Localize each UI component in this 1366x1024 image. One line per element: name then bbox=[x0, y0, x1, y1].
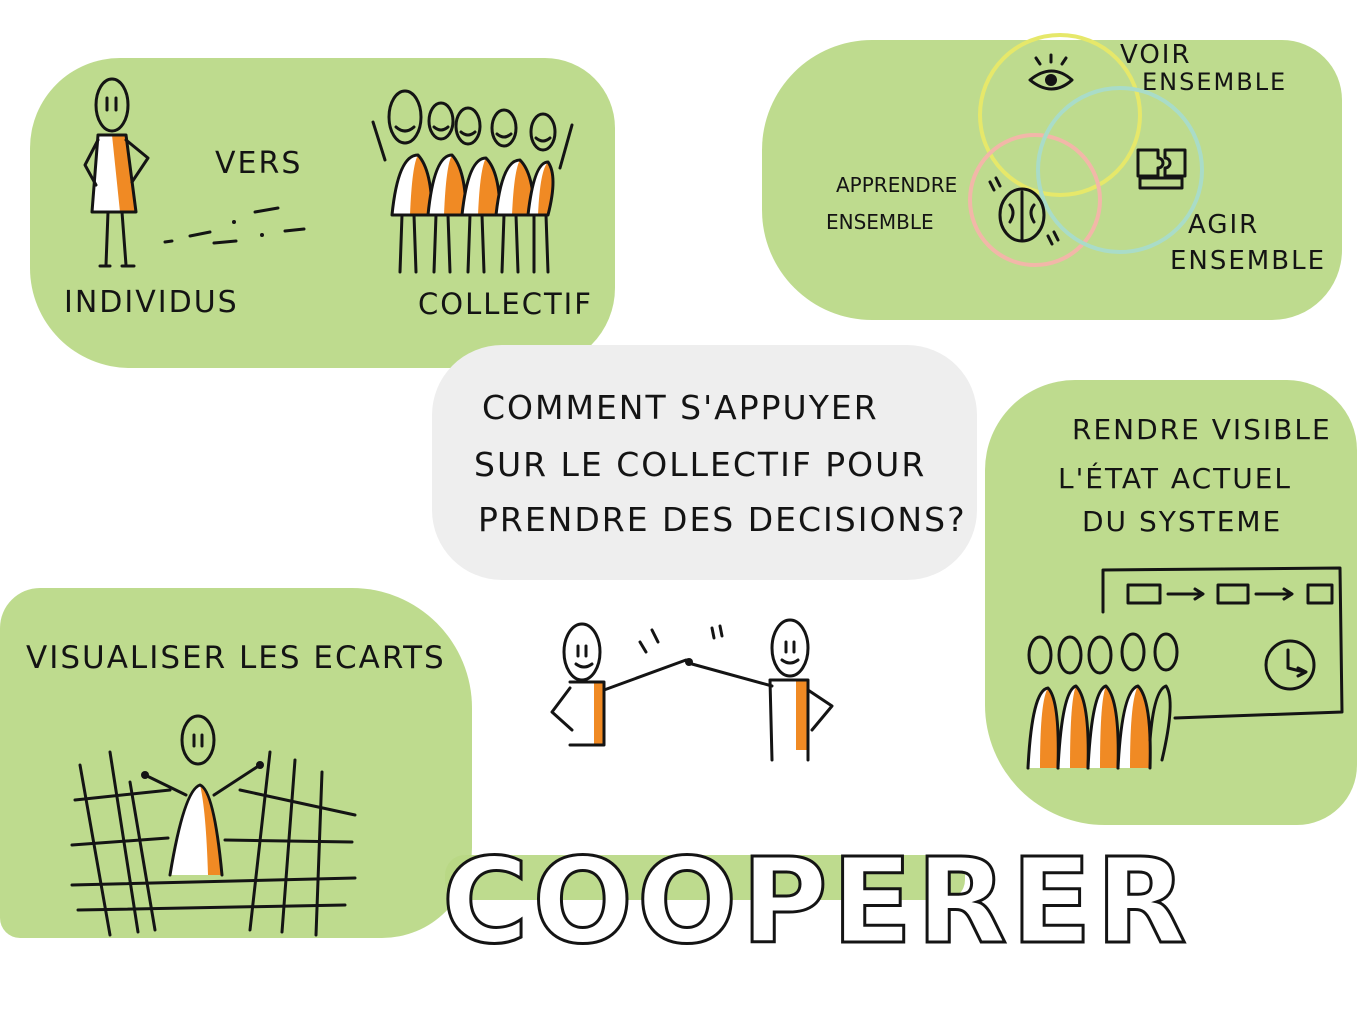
apprendre-label: APPRENDRE bbox=[836, 173, 958, 197]
footprints bbox=[163, 206, 306, 245]
puzzle-icon bbox=[1136, 148, 1187, 190]
vers-label: VERS bbox=[215, 146, 303, 181]
collectif-label: COLLECTIF bbox=[418, 287, 593, 321]
grid-figure bbox=[70, 714, 357, 937]
agir-ensemble-label: ENSEMBLE bbox=[1170, 246, 1326, 276]
question-line-2: SUR LE COLLECTIF POUR bbox=[474, 445, 927, 484]
eye-icon bbox=[1028, 53, 1074, 91]
voir-label: VOIR bbox=[1120, 40, 1192, 70]
individual-figure bbox=[83, 77, 150, 268]
ecarts-title: VISUALISER LES ECARTS bbox=[26, 640, 446, 676]
voir-ensemble-label: ENSEMBLE bbox=[1142, 68, 1288, 96]
visible-line-3: DU SYSTEME bbox=[1082, 505, 1283, 538]
team-figures bbox=[1026, 632, 1179, 770]
clock-icon bbox=[1264, 639, 1316, 691]
handshake-figures bbox=[550, 618, 834, 762]
visible-line-2: L'ÉTAT ACTUEL bbox=[1058, 462, 1293, 495]
cooperer-title: COOPERER bbox=[441, 831, 1191, 972]
collective-figures bbox=[371, 89, 574, 274]
apprendre-ensemble-label: ENSEMBLE bbox=[826, 210, 934, 234]
question-line-3: PRENDRE DES DECISIONS? bbox=[478, 500, 967, 539]
visible-line-1: RENDRE VISIBLE bbox=[1072, 413, 1332, 446]
agir-label: AGIR bbox=[1188, 210, 1260, 240]
question-line-1: COMMENT S'APPUYER bbox=[482, 388, 879, 427]
individus-label: INDIVIDUS bbox=[64, 285, 239, 320]
